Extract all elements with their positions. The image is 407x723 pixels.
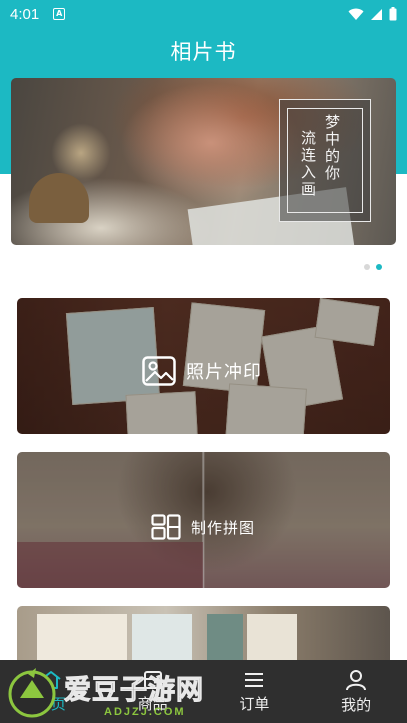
battery-icon xyxy=(389,7,397,21)
collage-icon xyxy=(151,514,181,540)
nav-item-orders[interactable]: 订单 xyxy=(204,660,306,723)
nav-label-home: 首页 xyxy=(35,694,66,713)
page-title: 相片书 xyxy=(170,40,237,64)
make-collage-text: 制作拼图 xyxy=(191,518,256,537)
banner-poem-line-2: 流连入画 xyxy=(299,130,317,198)
signal-icon xyxy=(371,8,382,20)
banner-poem-frame: 梦中的你 流连入画 xyxy=(279,99,371,222)
home-icon xyxy=(41,670,61,689)
photo-print-label: 照片冲印 xyxy=(142,356,262,386)
carousel-dot[interactable] xyxy=(364,264,370,270)
nav-item-goods[interactable]: 商品 xyxy=(102,660,204,723)
nav-item-mine[interactable]: 我的 xyxy=(305,660,407,723)
home-screen: 4:01 A 相片书 梦中的你 流连入画 照片冲印 制作拼图 首页 商品 订单 … xyxy=(0,0,407,723)
nav-item-home[interactable]: 首页 xyxy=(0,660,102,723)
photo-book-card[interactable] xyxy=(17,606,390,666)
photo-print-card[interactable]: 照片冲印 xyxy=(17,298,390,434)
card-decor-book xyxy=(207,614,243,666)
status-time: 4:01 xyxy=(10,5,40,23)
card-decor-book xyxy=(132,614,192,666)
status-bar: 4:01 A xyxy=(0,0,407,28)
nav-label-mine: 我的 xyxy=(341,695,372,714)
card-decor-book xyxy=(247,614,297,666)
nav-label-goods: 商品 xyxy=(137,694,168,713)
banner-poem-line-1: 梦中的你 xyxy=(323,114,341,182)
bottom-nav: 首页 商品 订单 我的 xyxy=(0,660,407,723)
photo-print-text: 照片冲印 xyxy=(186,362,262,383)
wifi-icon xyxy=(348,8,364,20)
status-icons xyxy=(348,7,397,21)
banner-carousel[interactable]: 梦中的你 流连入画 xyxy=(11,78,396,245)
user-icon xyxy=(346,669,367,690)
card-decor-book xyxy=(37,614,127,666)
nav-label-orders: 订单 xyxy=(239,694,270,713)
notification-badge: A xyxy=(53,8,66,20)
goods-icon xyxy=(143,670,162,689)
carousel-dot-active[interactable] xyxy=(376,264,382,270)
make-collage-card[interactable]: 制作拼图 xyxy=(17,452,390,588)
make-collage-label: 制作拼图 xyxy=(151,514,255,540)
list-icon xyxy=(245,672,264,687)
carousel-indicator xyxy=(364,264,382,270)
image-icon xyxy=(142,356,176,386)
